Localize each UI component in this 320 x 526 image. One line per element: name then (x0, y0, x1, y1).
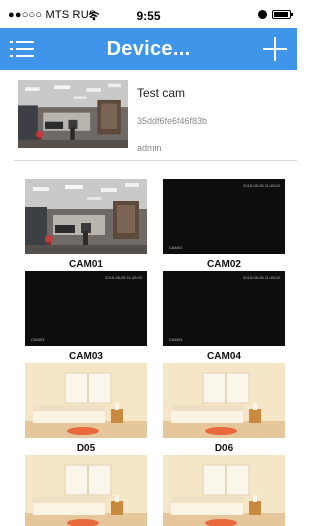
camera-thumbnail[interactable]: 2015-08-08 11:45:02 CAM04 (163, 271, 285, 346)
camera-channel-name: CAM02 (169, 245, 183, 250)
camera-thumbnail[interactable] (25, 179, 147, 254)
camera-label: CAM04 (207, 351, 241, 362)
camera-label: D05 (76, 443, 96, 454)
camera-tile[interactable]: 2015-08-08 11:45:02 CAM04 CAM04 (163, 271, 285, 362)
status-time: 9:55 (136, 9, 161, 23)
device-id: 35ddf6fe6f46f83b (137, 116, 208, 126)
alarm-icon (258, 9, 267, 19)
camera-thumbnail[interactable] (25, 455, 147, 526)
camera-label: CAM02 (207, 259, 241, 270)
office-camera-image (18, 80, 128, 148)
camera-tile[interactable]: 2015-08-08 11:45:02 CAM03 CAM03 (25, 271, 147, 362)
camera-grid[interactable]: CAM01 2015-08-08 11:45:02 CAM02 CAM02 20… (0, 170, 297, 526)
camera-thumbnail[interactable] (163, 455, 285, 526)
battery-icon (272, 9, 293, 19)
bedroom-camera-image (25, 455, 147, 526)
status-bar: ●●○○○ MTS RUS 9:55 (0, 0, 297, 28)
camera-label: CAM01 (69, 259, 103, 270)
divider (14, 160, 297, 161)
battery-level (274, 11, 288, 17)
page-title: Device... (106, 38, 191, 60)
camera-timestamp: 2015-08-08 11:45:02 (105, 275, 142, 280)
bedroom-camera-image (163, 363, 285, 438)
camera-thumbnail[interactable] (25, 363, 147, 438)
camera-thumbnail[interactable] (163, 363, 285, 438)
camera-timestamp: 2015-08-08 11:45:02 (243, 275, 280, 280)
nav-bar: Device... (0, 28, 297, 70)
camera-tile[interactable]: CAM01 (25, 179, 147, 270)
camera-tile[interactable]: D06 (163, 363, 285, 454)
office-camera-image (25, 179, 147, 254)
device-name: Test cam (137, 86, 186, 100)
camera-tile[interactable]: D05 (25, 363, 147, 454)
device-thumbnail[interactable] (18, 80, 128, 148)
bedroom-camera-image (163, 455, 285, 526)
camera-channel-name: CAM03 (31, 337, 45, 342)
bedroom-camera-image (25, 363, 147, 438)
camera-label: CAM03 (69, 351, 103, 362)
device-header[interactable]: Test cam 35ddf6fe6f46f83b admin (0, 70, 297, 160)
camera-tile[interactable] (163, 455, 285, 526)
camera-label: D06 (214, 443, 234, 454)
camera-tile[interactable]: 2015-08-08 11:45:02 CAM02 CAM02 (163, 179, 285, 270)
camera-channel-name: CAM04 (169, 337, 183, 342)
camera-tile[interactable] (25, 455, 147, 526)
plus-icon[interactable] (263, 37, 287, 61)
camera-timestamp: 2015-08-08 11:45:02 (243, 183, 280, 188)
camera-thumbnail[interactable]: 2015-08-08 11:45:02 CAM02 (163, 179, 285, 254)
device-user: admin (137, 143, 162, 153)
camera-thumbnail[interactable]: 2015-08-08 11:45:02 CAM03 (25, 271, 147, 346)
